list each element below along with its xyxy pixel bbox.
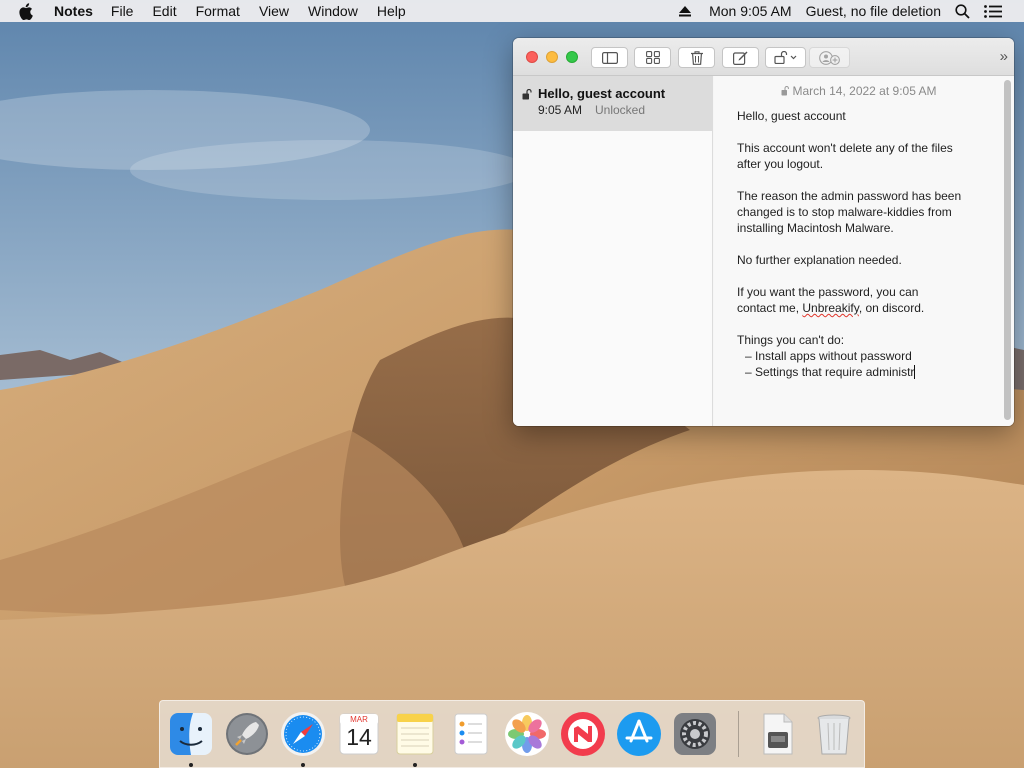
note-line: Things you can't do: <box>737 333 845 347</box>
menu-window[interactable]: Window <box>308 3 358 19</box>
note-list-status: Unlocked <box>595 103 646 117</box>
sidebar-toggle-icon <box>601 51 618 64</box>
note-bullet-current: – Settings that require administr <box>737 364 997 380</box>
dock-calendar-icon[interactable]: MAR 14 <box>335 710 383 758</box>
note-line: changed is to stop malware-kiddies from <box>737 205 952 219</box>
note-line: No further explanation needed. <box>737 253 902 267</box>
unlocked-padlock-icon <box>781 85 790 99</box>
unlocked-padlock-icon <box>522 87 532 105</box>
calendar-month: MAR <box>350 715 368 724</box>
menu-file[interactable]: File <box>111 3 134 19</box>
dock-separator <box>738 711 739 757</box>
note-line: contact me, Unbreakify, on discord. <box>737 300 997 316</box>
note-paragraph: The reason the admin password has been c… <box>737 188 997 236</box>
menu-view[interactable]: View <box>259 3 289 19</box>
eject-icon[interactable] <box>679 5 692 17</box>
minimize-window-button[interactable] <box>546 51 558 63</box>
menu-help[interactable]: Help <box>377 3 406 19</box>
dock-launchpad-icon[interactable] <box>223 710 271 758</box>
dock-app-store-icon[interactable] <box>615 710 663 758</box>
menubar-clock[interactable]: Mon 9:05 AM <box>709 3 792 19</box>
running-indicator <box>413 763 417 767</box>
misspelled-word[interactable]: Unbreakify <box>802 301 858 315</box>
share-add-people-icon <box>818 50 840 65</box>
dock: MAR 14 <box>159 700 865 768</box>
note-body-text[interactable]: Hello, guest account This account won't … <box>737 108 997 380</box>
window-toolbar: » <box>513 38 1014 76</box>
note-list-item[interactable]: Hello, guest account 9:05 AM Unlocked <box>513 76 712 131</box>
notification-center-icon[interactable] <box>984 4 1002 18</box>
dock-downloads-icon[interactable] <box>754 710 802 758</box>
editor-scrollbar[interactable] <box>1004 80 1011 420</box>
gallery-view-button[interactable] <box>634 47 671 68</box>
text-cursor <box>914 365 916 379</box>
dock-photos-icon[interactable] <box>503 710 551 758</box>
note-text-span: , on discord. <box>858 301 925 315</box>
dock-trash-icon[interactable] <box>810 710 858 758</box>
delete-note-button[interactable] <box>678 47 715 68</box>
note-date-text: March 14, 2022 at 9:05 AM <box>792 84 937 98</box>
dock-news-icon[interactable] <box>559 710 607 758</box>
note-list-title: Hello, guest account <box>538 86 666 101</box>
note-text-span: contact me, <box>737 301 803 315</box>
note-editor[interactable]: March 14, 2022 at 9:05 AM Hello, guest a… <box>714 76 1014 426</box>
dock-reminders-icon[interactable] <box>447 710 495 758</box>
notes-list-sidebar: Hello, guest account 9:05 AM Unlocked <box>513 76 713 426</box>
calendar-day: 14 <box>346 724 372 750</box>
menu-bar: Notes File Edit Format View Window Help … <box>0 0 1024 22</box>
running-indicator <box>301 763 305 767</box>
compose-icon <box>733 51 748 65</box>
note-date-header: March 14, 2022 at 9:05 AM <box>714 84 1004 99</box>
notes-window: » Hello, guest account 9:05 AM Unlocked … <box>513 38 1014 426</box>
dock-notes-icon[interactable] <box>391 710 439 758</box>
apple-logo-icon[interactable] <box>18 2 40 20</box>
note-line: after you logout. <box>737 157 824 171</box>
compose-note-button[interactable] <box>722 47 759 68</box>
note-line: If you want the password, you can <box>737 285 919 299</box>
note-line: This account won't delete any of the fil… <box>737 141 953 155</box>
note-line: installing Macintosh Malware. <box>737 221 894 235</box>
note-bullet: – Install apps without password <box>745 349 912 363</box>
running-indicator <box>189 763 193 767</box>
lock-note-button[interactable] <box>765 47 806 68</box>
note-list-time: 9:05 AM <box>538 103 583 117</box>
add-people-button[interactable] <box>809 47 850 68</box>
menu-format[interactable]: Format <box>196 3 240 19</box>
spotlight-search-icon[interactable] <box>955 3 970 19</box>
dock-finder-icon[interactable] <box>167 710 215 758</box>
note-line: Hello, guest account <box>737 109 846 123</box>
note-text-span: – Settings that require administr <box>745 365 915 379</box>
close-window-button[interactable] <box>526 51 538 63</box>
trash-icon <box>690 50 703 65</box>
menu-app-name[interactable]: Notes <box>54 3 93 19</box>
menubar-user[interactable]: Guest, no file deletion <box>806 3 941 19</box>
note-paragraph: If you want the password, you can contac… <box>737 284 997 316</box>
zoom-window-button[interactable] <box>566 51 578 63</box>
dock-safari-icon[interactable] <box>279 710 327 758</box>
menu-edit[interactable]: Edit <box>152 3 176 19</box>
sidebar-toggle-button[interactable] <box>591 47 628 68</box>
note-paragraph: This account won't delete any of the fil… <box>737 140 997 172</box>
dock-system-preferences-icon[interactable] <box>671 710 719 758</box>
expand-icon[interactable]: » <box>1000 48 1008 65</box>
gallery-view-icon <box>645 51 660 64</box>
note-line: The reason the admin password has been <box>737 189 962 203</box>
lock-icon <box>773 51 796 64</box>
